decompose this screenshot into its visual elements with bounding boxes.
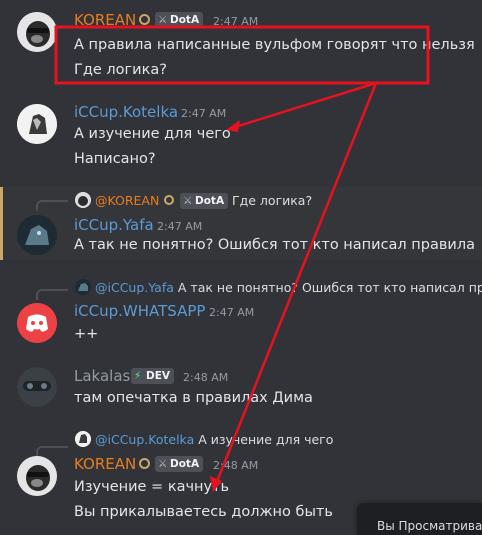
- annotation-arrow-line: [214, 82, 378, 485]
- annotation-overlay: [54, 25, 430, 492]
- annotation-arrow-line: [231, 81, 377, 130]
- annotation-arrowhead: [210, 476, 222, 492]
- annotation-arrowhead: [226, 120, 240, 132]
- annotation-box: [54, 25, 430, 85]
